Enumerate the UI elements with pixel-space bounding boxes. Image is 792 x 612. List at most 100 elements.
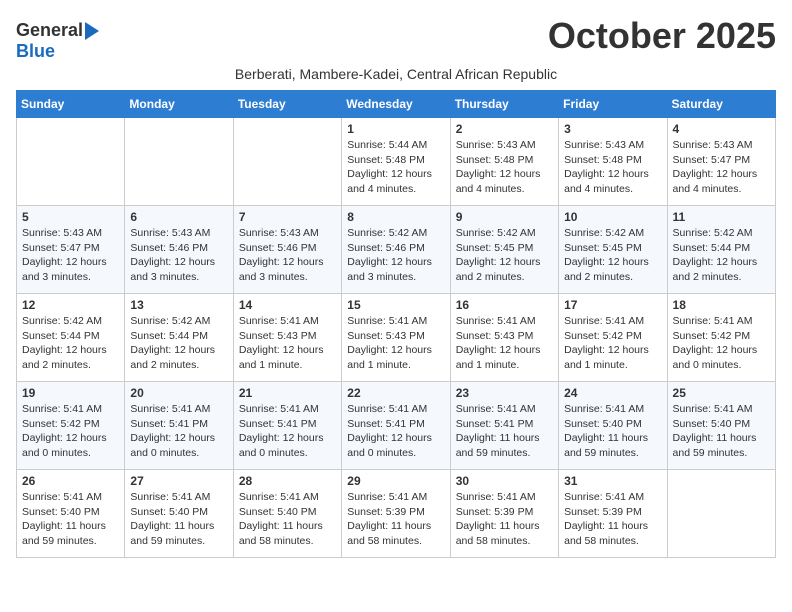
calendar-cell: 31 Sunrise: 5:41 AM Sunset: 5:39 PM Dayli… <box>559 470 667 558</box>
calendar-cell: 16Sunrise: 5:41 AM Sunset: 5:43 PM Dayli… <box>450 294 558 382</box>
calendar-cell: 18 Sunrise: 5:41 AM Sunset: 5:42 PM Dayli… <box>667 294 775 382</box>
calendar-cell: 19 Sunrise: 5:41 AM Sunset: 5:42 PM Dayli… <box>17 382 125 470</box>
day-info: Sunrise: 5:42 AM Sunset: 5:45 PM Dayligh… <box>564 226 661 285</box>
day-info: Sunrise: 5:43 AM Sunset: 5:48 PM Dayligh… <box>456 138 553 197</box>
calendar-header: SundayMondayTuesdayWednesdayThursdayFrid… <box>17 91 776 118</box>
day-number: 17 <box>564 298 661 312</box>
day-info: Sunrise: 5:43 AM Sunset: 5:47 PM Dayligh… <box>22 226 119 285</box>
calendar-cell: 9Sunrise: 5:42 AM Sunset: 5:45 PM Daylig… <box>450 206 558 294</box>
weekday-header-monday: Monday <box>125 91 233 118</box>
day-number: 24 <box>564 386 661 400</box>
calendar-cell: 30Sunrise: 5:41 AM Sunset: 5:39 PM Dayli… <box>450 470 558 558</box>
day-info: Sunrise: 5:41 AM Sunset: 5:40 PM Dayligh… <box>239 490 336 549</box>
day-number: 16 <box>456 298 553 312</box>
calendar-cell <box>125 118 233 206</box>
day-info: Sunrise: 5:41 AM Sunset: 5:41 PM Dayligh… <box>347 402 444 461</box>
calendar-table: SundayMondayTuesdayWednesdayThursdayFrid… <box>16 90 776 558</box>
day-number: 13 <box>130 298 227 312</box>
day-number: 1 <box>347 122 444 136</box>
calendar-cell: 1Sunrise: 5:44 AM Sunset: 5:48 PM Daylig… <box>342 118 450 206</box>
calendar-cell: 27Sunrise: 5:41 AM Sunset: 5:40 PM Dayli… <box>125 470 233 558</box>
day-info: Sunrise: 5:42 AM Sunset: 5:46 PM Dayligh… <box>347 226 444 285</box>
day-info: Sunrise: 5:43 AM Sunset: 5:46 PM Dayligh… <box>130 226 227 285</box>
day-info: Sunrise: 5:41 AM Sunset: 5:42 PM Dayligh… <box>22 402 119 461</box>
day-info: Sunrise: 5:42 AM Sunset: 5:45 PM Dayligh… <box>456 226 553 285</box>
day-info: Sunrise: 5:41 AM Sunset: 5:41 PM Dayligh… <box>239 402 336 461</box>
day-info: Sunrise: 5:41 AM Sunset: 5:42 PM Dayligh… <box>673 314 770 373</box>
day-number: 21 <box>239 386 336 400</box>
calendar-cell: 3 Sunrise: 5:43 AM Sunset: 5:48 PM Daylig… <box>559 118 667 206</box>
calendar-cell: 23 Sunrise: 5:41 AM Sunset: 5:41 PM Dayli… <box>450 382 558 470</box>
day-number: 31 <box>564 474 661 488</box>
day-number: 29 <box>347 474 444 488</box>
calendar-cell: 12 Sunrise: 5:42 AM Sunset: 5:44 PM Dayli… <box>17 294 125 382</box>
day-number: 4 <box>673 122 770 136</box>
calendar-cell: 17 Sunrise: 5:41 AM Sunset: 5:42 PM Dayli… <box>559 294 667 382</box>
weekday-header-wednesday: Wednesday <box>342 91 450 118</box>
calendar-week-2: 5Sunrise: 5:43 AM Sunset: 5:47 PM Daylig… <box>17 206 776 294</box>
logo-arrow-icon <box>85 22 99 40</box>
day-number: 22 <box>347 386 444 400</box>
calendar-cell: 28 Sunrise: 5:41 AM Sunset: 5:40 PM Dayli… <box>233 470 341 558</box>
day-info: Sunrise: 5:41 AM Sunset: 5:40 PM Dayligh… <box>22 490 119 549</box>
day-info: Sunrise: 5:41 AM Sunset: 5:42 PM Dayligh… <box>564 314 661 373</box>
calendar-body: 1Sunrise: 5:44 AM Sunset: 5:48 PM Daylig… <box>17 118 776 558</box>
month-title: October 2025 <box>548 16 776 56</box>
title-section: October 2025 <box>548 16 776 56</box>
calendar-cell: 13 Sunrise: 5:42 AM Sunset: 5:44 PM Dayli… <box>125 294 233 382</box>
day-info: Sunrise: 5:41 AM Sunset: 5:41 PM Dayligh… <box>456 402 553 461</box>
calendar-cell: 4 Sunrise: 5:43 AM Sunset: 5:47 PM Daylig… <box>667 118 775 206</box>
calendar-cell: 15 Sunrise: 5:41 AM Sunset: 5:43 PM Dayli… <box>342 294 450 382</box>
weekday-header-saturday: Saturday <box>667 91 775 118</box>
calendar-cell <box>667 470 775 558</box>
day-number: 14 <box>239 298 336 312</box>
day-number: 18 <box>673 298 770 312</box>
day-info: Sunrise: 5:42 AM Sunset: 5:44 PM Dayligh… <box>130 314 227 373</box>
day-info: Sunrise: 5:41 AM Sunset: 5:40 PM Dayligh… <box>564 402 661 461</box>
weekday-header-tuesday: Tuesday <box>233 91 341 118</box>
calendar-cell: 25Sunrise: 5:41 AM Sunset: 5:40 PM Dayli… <box>667 382 775 470</box>
logo: General Blue <box>16 20 99 62</box>
day-number: 20 <box>130 386 227 400</box>
calendar-cell: 10 Sunrise: 5:42 AM Sunset: 5:45 PM Dayli… <box>559 206 667 294</box>
day-info: Sunrise: 5:43 AM Sunset: 5:48 PM Dayligh… <box>564 138 661 197</box>
day-info: Sunrise: 5:41 AM Sunset: 5:43 PM Dayligh… <box>347 314 444 373</box>
weekday-header-friday: Friday <box>559 91 667 118</box>
day-info: Sunrise: 5:41 AM Sunset: 5:39 PM Dayligh… <box>456 490 553 549</box>
day-info: Sunrise: 5:43 AM Sunset: 5:47 PM Dayligh… <box>673 138 770 197</box>
day-number: 6 <box>130 210 227 224</box>
day-info: Sunrise: 5:42 AM Sunset: 5:44 PM Dayligh… <box>673 226 770 285</box>
calendar-week-4: 19 Sunrise: 5:41 AM Sunset: 5:42 PM Dayli… <box>17 382 776 470</box>
day-number: 12 <box>22 298 119 312</box>
calendar-cell <box>17 118 125 206</box>
calendar-cell: 14 Sunrise: 5:41 AM Sunset: 5:43 PM Dayli… <box>233 294 341 382</box>
calendar-cell: 6 Sunrise: 5:43 AM Sunset: 5:46 PM Daylig… <box>125 206 233 294</box>
day-number: 15 <box>347 298 444 312</box>
day-number: 23 <box>456 386 553 400</box>
weekday-header-sunday: Sunday <box>17 91 125 118</box>
calendar-cell: 21 Sunrise: 5:41 AM Sunset: 5:41 PM Dayli… <box>233 382 341 470</box>
day-number: 7 <box>239 210 336 224</box>
calendar-cell: 11Sunrise: 5:42 AM Sunset: 5:44 PM Dayli… <box>667 206 775 294</box>
day-number: 3 <box>564 122 661 136</box>
calendar-cell: 26 Sunrise: 5:41 AM Sunset: 5:40 PM Dayli… <box>17 470 125 558</box>
day-number: 26 <box>22 474 119 488</box>
day-info: Sunrise: 5:41 AM Sunset: 5:39 PM Dayligh… <box>564 490 661 549</box>
weekday-header-thursday: Thursday <box>450 91 558 118</box>
day-number: 19 <box>22 386 119 400</box>
calendar-week-5: 26 Sunrise: 5:41 AM Sunset: 5:40 PM Dayli… <box>17 470 776 558</box>
calendar-week-3: 12 Sunrise: 5:42 AM Sunset: 5:44 PM Dayli… <box>17 294 776 382</box>
day-info: Sunrise: 5:42 AM Sunset: 5:44 PM Dayligh… <box>22 314 119 373</box>
day-info: Sunrise: 5:41 AM Sunset: 5:43 PM Dayligh… <box>239 314 336 373</box>
day-number: 10 <box>564 210 661 224</box>
calendar-week-1: 1Sunrise: 5:44 AM Sunset: 5:48 PM Daylig… <box>17 118 776 206</box>
day-number: 28 <box>239 474 336 488</box>
logo-blue-text: Blue <box>16 41 55 62</box>
day-info: Sunrise: 5:41 AM Sunset: 5:40 PM Dayligh… <box>673 402 770 461</box>
calendar-cell: 24 Sunrise: 5:41 AM Sunset: 5:40 PM Dayli… <box>559 382 667 470</box>
calendar-cell: 2Sunrise: 5:43 AM Sunset: 5:48 PM Daylig… <box>450 118 558 206</box>
day-number: 27 <box>130 474 227 488</box>
calendar-cell: 7Sunrise: 5:43 AM Sunset: 5:46 PM Daylig… <box>233 206 341 294</box>
day-info: Sunrise: 5:41 AM Sunset: 5:39 PM Dayligh… <box>347 490 444 549</box>
day-number: 8 <box>347 210 444 224</box>
